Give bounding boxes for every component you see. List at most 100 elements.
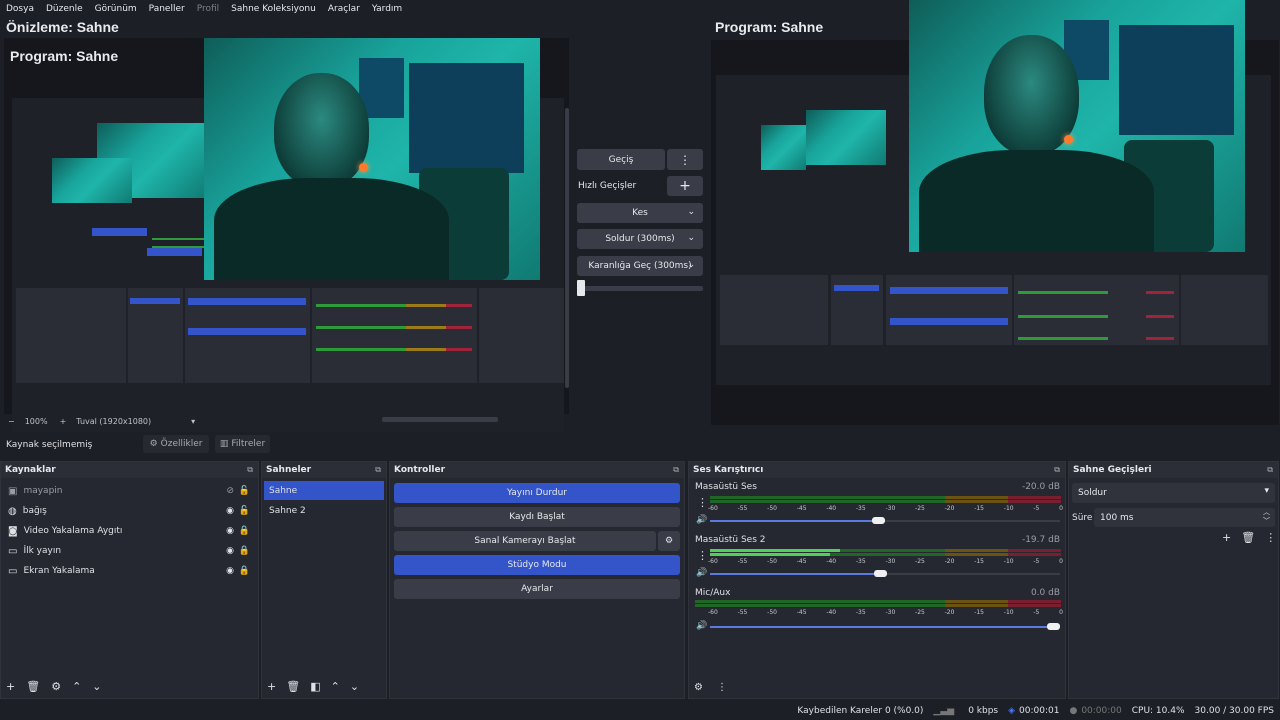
scene-item-sahne[interactable]: Sahne	[264, 481, 384, 500]
eye-icon: ◉	[226, 506, 234, 516]
hidden-eye-icon: ⊘	[226, 486, 234, 496]
menu-dots-icon[interactable]: ⋮	[1265, 531, 1276, 544]
volume-slider[interactable]	[710, 520, 880, 522]
transition-select[interactable]: Soldur ▾	[1072, 483, 1275, 503]
zoom-out-button[interactable]: −	[8, 417, 15, 426]
float-icon[interactable]: ⧉	[1267, 465, 1273, 475]
scenes-title: Sahneler	[266, 465, 312, 475]
source-item[interactable]: ◍ bağış ◉ 🔓	[3, 501, 256, 521]
stream-time: 00:00:01	[1019, 705, 1060, 716]
gear-icon[interactable]: ⚙	[51, 680, 61, 693]
advanced-audio-icon[interactable]: ⚙	[694, 682, 703, 693]
speaker-icon[interactable]: 🔊	[696, 621, 707, 631]
menu-dots-icon[interactable]: ⋮	[697, 496, 708, 509]
virtual-camera-button[interactable]: Sanal Kamerayı Başlat	[394, 531, 656, 551]
float-icon[interactable]: ⧉	[375, 465, 381, 475]
t-bar-track[interactable]	[577, 286, 703, 291]
gear-icon: ⚙	[149, 439, 158, 449]
club-banner	[409, 63, 524, 173]
h-scrollbar[interactable]	[382, 417, 498, 422]
down-icon[interactable]: ⌄	[92, 680, 101, 693]
stop-stream-button[interactable]: Yayını Durdur	[394, 483, 680, 503]
trash-icon[interactable]: 🗑	[1241, 531, 1255, 544]
program-title: Program: Sahne	[715, 19, 824, 35]
volume-knob[interactable]	[1047, 623, 1060, 630]
trash-icon[interactable]: 🗑	[286, 680, 300, 693]
float-icon[interactable]: ⧉	[673, 465, 679, 475]
down-icon[interactable]: ⌄	[350, 680, 359, 693]
menu-docks[interactable]: Paneller	[149, 4, 185, 14]
float-icon[interactable]: ⧉	[1054, 465, 1060, 475]
studio-mode-button[interactable]: Stüdyo Modu	[394, 555, 680, 575]
source-item[interactable]: ▭ İlk yayın ◉ 🔒	[3, 541, 256, 561]
transition-menu-icon[interactable]: ⋮	[667, 149, 703, 170]
add-quick-transition-icon[interactable]: +	[667, 176, 703, 196]
no-source-selected: Kaynak seçilmemiş	[6, 440, 93, 450]
gear-icon[interactable]: ⚙	[658, 531, 680, 551]
float-icon[interactable]: ⧉	[247, 465, 253, 475]
meter-level	[710, 549, 840, 552]
zoom-in-button[interactable]: +	[60, 417, 67, 426]
lock-icon: 🔓	[238, 506, 250, 516]
menu-help[interactable]: Yardım	[372, 4, 402, 14]
preview-canvas[interactable]: Program: Sahne − 100% + Tuval (1920x1080…	[4, 38, 569, 458]
speaker-icon[interactable]: 🔊	[696, 515, 707, 525]
quick-transition-fade-black[interactable]: Karanlığa Geç (300ms) ⌄	[577, 256, 703, 276]
volume-slider[interactable]	[710, 626, 1055, 628]
camera-icon: ◙	[8, 525, 18, 537]
preview-title: Önizleme: Sahne	[6, 19, 119, 35]
add-icon[interactable]: +	[1222, 531, 1231, 544]
source-item[interactable]: ▣ mayapin ⊘ 🔓	[3, 481, 256, 501]
inner-program-title: Program: Sahne	[10, 48, 119, 64]
meter-ticks: -60 -55 -50 -45 -40 -35 -30 -25 -20 -15 -10 -5 0	[708, 558, 1063, 565]
transition-button[interactable]: Geçiş	[577, 149, 665, 170]
record-icon: ●	[1069, 705, 1078, 716]
menu-file[interactable]: Dosya	[6, 4, 34, 14]
duration-input[interactable]: 100 ms ︿ ﹀	[1094, 508, 1275, 527]
lock-icon: 🔒	[238, 526, 250, 536]
quick-transition-cut[interactable]: Kes ⌄	[577, 203, 703, 223]
volume-knob[interactable]	[872, 517, 885, 524]
quick-transition-fade[interactable]: Soldur (300ms) ⌄	[577, 229, 703, 249]
channel-db: -20.0 dB	[1021, 482, 1060, 492]
scenes-dock: Sahneler ⧉ Sahne Sahne 2 + 🗑 ◧ ⌃ ⌄	[261, 461, 387, 699]
menu-dots-icon[interactable]: ⋮	[697, 549, 708, 562]
menu-edit[interactable]: Düzenle	[46, 4, 83, 14]
menu-profile[interactable]: Profil	[197, 4, 219, 14]
volume-slider[interactable]	[710, 573, 880, 575]
mic-light	[359, 163, 368, 172]
up-icon[interactable]: ⌃	[72, 680, 81, 693]
trash-icon[interactable]: 🗑	[26, 680, 40, 693]
menu-dots-icon[interactable]: ⋮	[717, 682, 727, 693]
filter-icon[interactable]: ◧	[310, 680, 320, 693]
source-item[interactable]: ◙ Video Yakalama Aygıtı ◉ 🔒	[3, 521, 256, 541]
menu-view[interactable]: Görünüm	[95, 4, 137, 14]
dropdown-icon: ▾	[1264, 486, 1269, 496]
start-record-button[interactable]: Kaydı Başlat	[394, 507, 680, 527]
v-scrollbar[interactable]	[565, 108, 569, 388]
person-body	[214, 178, 449, 280]
source-item[interactable]: ▭ Ekran Yakalama ◉ 🔒	[3, 561, 256, 581]
add-icon[interactable]: +	[6, 680, 15, 693]
lock-icon: 🔓	[238, 486, 250, 496]
transitions-toolbar: + 🗑 ⋮	[1222, 531, 1276, 544]
meter-red-bg	[1008, 496, 1061, 499]
channel-name: Masaüstü Ses	[695, 482, 757, 492]
canvas-dropdown-icon[interactable]: ▾	[191, 417, 195, 426]
menu-tools[interactable]: Araçlar	[328, 4, 360, 14]
t-bar-handle[interactable]	[577, 280, 585, 296]
window-icon: ▭	[8, 545, 18, 557]
speaker-icon[interactable]: 🔊	[696, 568, 707, 578]
record-time: 00:00:00	[1081, 705, 1122, 716]
settings-button[interactable]: Ayarlar	[394, 579, 680, 599]
properties-button[interactable]: ⚙ Özellikler	[143, 435, 209, 453]
meter-ticks: -60 -55 -50 -45 -40 -35 -30 -25 -20 -15 -10 -5 0	[708, 505, 1063, 512]
add-icon[interactable]: +	[267, 680, 276, 693]
volume-knob[interactable]	[874, 570, 887, 577]
scene-item-sahne-2[interactable]: Sahne 2	[264, 501, 384, 520]
chevron-down-icon: ⌄	[687, 233, 695, 243]
filters-button[interactable]: ▥ Filtreler	[215, 435, 270, 453]
up-icon[interactable]: ⌃	[331, 680, 340, 693]
menu-scene-collection[interactable]: Sahne Koleksiyonu	[231, 4, 316, 14]
sources-toolbar: + 🗑 ⚙ ⌃ ⌄	[6, 680, 102, 693]
